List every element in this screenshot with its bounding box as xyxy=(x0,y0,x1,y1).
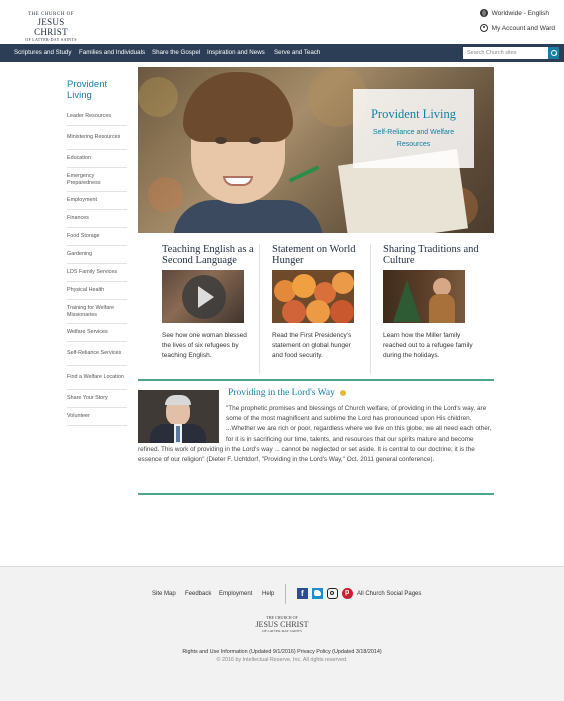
language-label: Worldwide - English xyxy=(491,9,549,17)
main-nav: Scriptures and Study Families and Indivi… xyxy=(0,44,564,62)
sidebar-item-finances[interactable]: Finances xyxy=(67,210,127,228)
peaches-image[interactable] xyxy=(272,270,354,323)
church-logo[interactable]: THE CHURCH OF JESUS CHRIST OF LATTER-DAY… xyxy=(20,12,82,42)
sidebar-item-share-your-story[interactable]: Share Your Story xyxy=(67,390,127,408)
sidebar-item-physical-health[interactable]: Physical Health xyxy=(67,282,127,300)
sidebar: Provident Living Leader Resources Minist… xyxy=(67,79,127,426)
feature-text: Learn how the Miller family reached out … xyxy=(383,332,473,359)
footer-logo[interactable]: THE CHURCH OF JESUS CHRIST OF LATTER-DAY… xyxy=(254,615,310,633)
feature-divider xyxy=(259,244,260,374)
hero-panel: Provident Living Self-Reliance and Welfa… xyxy=(353,89,474,168)
feature-divider xyxy=(370,244,371,374)
nav-share-the-gospel[interactable]: Share the Gospel xyxy=(152,44,200,62)
sidebar-item-find-a-welfare-location[interactable]: Find a Welfare Location xyxy=(67,366,127,390)
hero-subtitle: Self-Reliance and Welfare Resources xyxy=(372,129,455,148)
nav-inspiration-and-news[interactable]: Inspiration and News xyxy=(207,44,265,62)
quote-title-text[interactable]: Providing in the Lord's Way xyxy=(228,388,335,398)
globe-icon xyxy=(479,9,488,17)
footer-link-site-map[interactable]: Site Map xyxy=(152,591,176,597)
footer-logo-line-2: JESUS CHRIST xyxy=(255,620,309,629)
feature-teaching-english[interactable]: Teaching English as a Second Language Se… xyxy=(162,244,262,361)
footer-link-employment[interactable]: Employment xyxy=(219,591,252,597)
footer-link-feedback[interactable]: Feedback xyxy=(185,591,211,597)
feature-text: Read the First Presidency's statement on… xyxy=(272,332,352,359)
sidebar-item-lds-family-services[interactable]: LDS Family Services xyxy=(67,264,127,282)
top-links: Worldwide - English My Account and Ward xyxy=(479,7,555,37)
legal-links[interactable]: Rights and Use Information (Updated 9/1/… xyxy=(0,648,564,656)
instagram-icon[interactable] xyxy=(327,588,338,599)
sidebar-item-ministering-resources[interactable]: Ministering Resources xyxy=(67,126,127,150)
account-link[interactable]: My Account and Ward xyxy=(479,22,555,34)
hero-banner[interactable]: Provident Living Self-Reliance and Welfa… xyxy=(138,67,494,233)
section-rule-top xyxy=(138,379,494,381)
language-link[interactable]: Worldwide - English xyxy=(479,7,555,19)
logo-line-2: JESUS CHRIST xyxy=(34,17,68,37)
twitter-icon[interactable] xyxy=(312,588,323,599)
sidebar-item-leader-resources[interactable]: Leader Resources xyxy=(67,108,127,126)
nav-families-and-individuals[interactable]: Families and Individuals xyxy=(79,44,145,62)
search-button[interactable] xyxy=(548,47,559,59)
feature-title[interactable]: Sharing Traditions and Culture xyxy=(383,244,483,270)
sidebar-item-self-reliance-services[interactable]: Self-Reliance Services xyxy=(67,342,127,366)
nav-scriptures-and-study[interactable]: Scriptures and Study xyxy=(14,44,71,62)
pinterest-icon[interactable]: p xyxy=(342,588,353,599)
feature-title[interactable]: Statement on World Hunger xyxy=(272,244,372,270)
footer-logo-line-3: OF LATTER-DAY SAINTS xyxy=(262,629,302,633)
account-label: My Account and Ward xyxy=(491,24,555,32)
feature-title[interactable]: Teaching English as a Second Language xyxy=(162,244,262,270)
nav-serve-and-teach[interactable]: Serve and Teach xyxy=(274,44,320,62)
sidebar-item-gardening[interactable]: Gardening xyxy=(67,246,127,264)
sidebar-item-emergency-preparedness[interactable]: Emergency Preparedness xyxy=(67,168,127,192)
feature-sharing-traditions[interactable]: Sharing Traditions and Culture Learn how… xyxy=(383,244,483,361)
sidebar-item-employment[interactable]: Employment xyxy=(67,192,127,210)
facebook-icon[interactable]: f xyxy=(297,588,308,599)
sidebar-item-volunteer[interactable]: Volunteer xyxy=(67,408,127,426)
footer-legal: Rights and Use Information (Updated 9/1/… xyxy=(0,648,564,664)
quote-title[interactable]: Providing in the Lord's Way xyxy=(228,388,346,398)
footer-link-help[interactable]: Help xyxy=(262,591,274,597)
boy-photo xyxy=(173,72,323,233)
site-footer: Site Map Feedback Employment Help f p Al… xyxy=(0,566,564,701)
audio-icon[interactable] xyxy=(339,390,346,396)
sidebar-item-training-for-welfare-missionaries[interactable]: Training for Welfare Missionaries xyxy=(67,300,127,324)
video-thumbnail[interactable] xyxy=(162,270,244,323)
sidebar-item-education[interactable]: Education xyxy=(67,150,127,168)
feature-world-hunger[interactable]: Statement on World Hunger Read the First… xyxy=(272,244,372,361)
quote-text: "The prophetic promises and blessings of… xyxy=(138,404,494,465)
sidebar-item-welfare-services[interactable]: Welfare Services xyxy=(67,324,127,342)
section-rule-bottom xyxy=(138,493,494,495)
play-icon[interactable] xyxy=(182,275,226,319)
person-icon xyxy=(479,24,488,32)
logo-line-3: OF LATTER-DAY SAINTS xyxy=(25,37,77,42)
footer-divider xyxy=(285,584,286,604)
footer-link-social-pages[interactable]: All Church Social Pages xyxy=(357,591,421,597)
site-header: THE CHURCH OF JESUS CHRIST OF LATTER-DAY… xyxy=(0,0,564,44)
family-image[interactable] xyxy=(383,270,465,323)
sidebar-title[interactable]: Provident Living xyxy=(67,79,127,101)
sidebar-item-food-storage[interactable]: Food Storage xyxy=(67,228,127,246)
search-input[interactable]: Search Church sites xyxy=(463,47,548,59)
feature-text: See how one woman blessed the lives of s… xyxy=(162,332,247,359)
copyright: © 2016 by Intellectual Reserve, Inc. All… xyxy=(216,657,348,663)
hero-title: Provident Living xyxy=(370,107,457,121)
